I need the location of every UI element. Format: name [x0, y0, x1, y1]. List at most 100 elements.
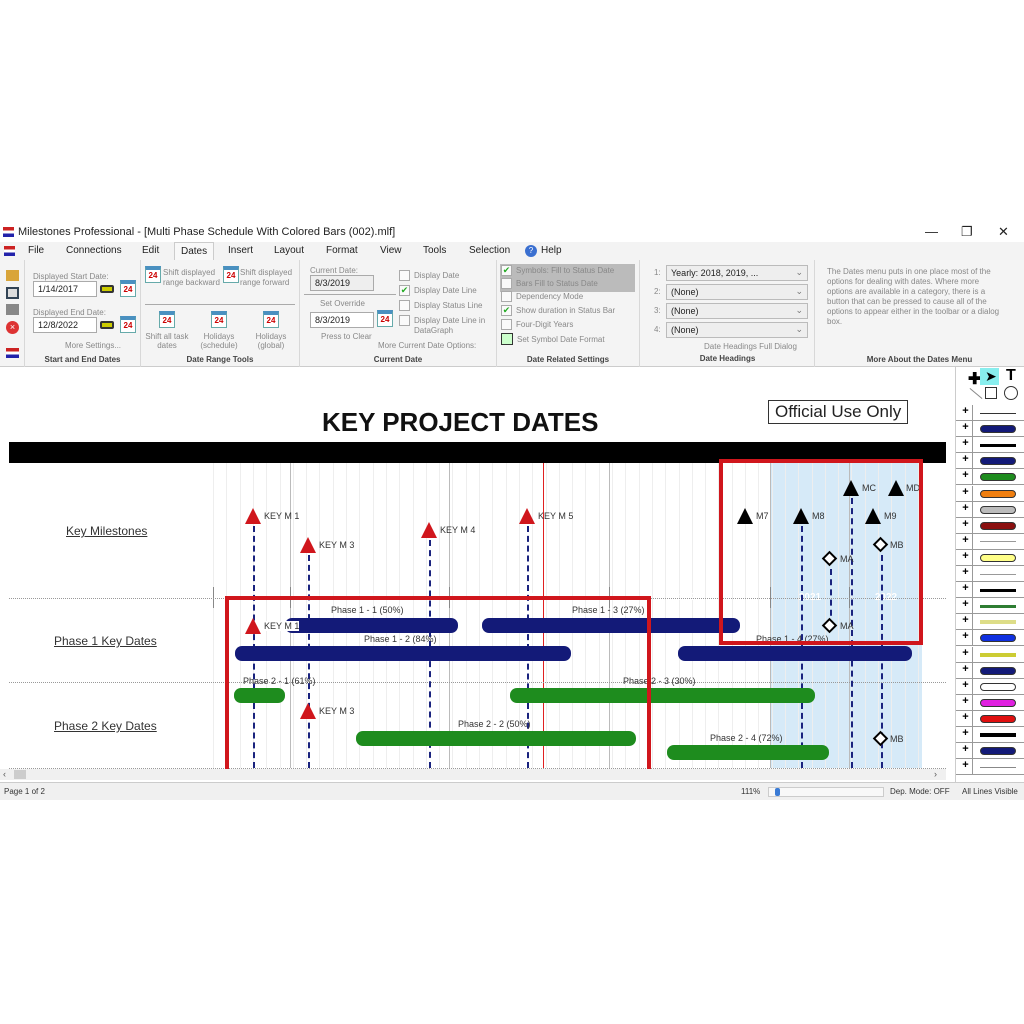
palette-row[interactable]: + — [956, 566, 1024, 582]
palette-row[interactable]: + — [956, 485, 1024, 502]
ellipse-tool-icon[interactable] — [1004, 386, 1018, 400]
menu-connections[interactable]: Connections — [66, 245, 122, 256]
menu-selection[interactable]: Selection — [469, 245, 510, 256]
doc-icon[interactable] — [4, 246, 15, 256]
set-format-icon[interactable] — [501, 333, 513, 345]
add-symbol-icon[interactable]: + — [959, 549, 973, 566]
minimize-button[interactable]: — — [925, 224, 938, 239]
palette-row[interactable]: + — [956, 549, 1024, 566]
holidays-global-icon[interactable]: 24 — [263, 311, 279, 328]
shift-forward-icon[interactable]: 24 — [223, 266, 239, 283]
close-button[interactable]: ✕ — [998, 224, 1009, 240]
scroll-left-icon[interactable]: ‹ — [3, 769, 6, 779]
override-calendar-icon[interactable]: 24 — [377, 310, 393, 327]
zoom-slider-thumb[interactable] — [774, 788, 780, 796]
add-symbol-icon[interactable]: + — [959, 517, 973, 534]
menu-insert[interactable]: Insert — [228, 245, 253, 256]
palette-row[interactable]: + — [956, 582, 1024, 599]
add-symbol-icon[interactable]: + — [959, 405, 973, 421]
heading-4-select[interactable]: (None) ⌄ — [666, 322, 808, 338]
add-symbol-icon[interactable]: + — [959, 566, 973, 582]
palette-row[interactable]: + — [956, 501, 1024, 518]
end-calendar-icon[interactable]: 24 — [120, 316, 136, 333]
dependency-mode-checkbox[interactable] — [501, 291, 512, 302]
text-tool-icon[interactable]: T — [1006, 367, 1016, 385]
heading-3-select[interactable]: (None) ⌄ — [666, 303, 808, 319]
bars-fill-checkbox[interactable] — [501, 278, 512, 289]
add-symbol-icon[interactable]: + — [959, 501, 973, 518]
add-symbol-icon[interactable]: + — [959, 646, 973, 663]
add-symbol-icon[interactable]: + — [959, 759, 973, 776]
palette-row[interactable]: + — [956, 533, 1024, 550]
add-symbol-icon[interactable]: + — [959, 533, 973, 550]
show-duration-checkbox[interactable]: ✔ — [501, 305, 512, 316]
add-symbol-icon[interactable]: + — [959, 727, 973, 743]
holidays-schedule-icon[interactable]: 24 — [211, 311, 227, 328]
add-symbol-icon[interactable]: + — [959, 630, 973, 647]
holidays-schedule-button[interactable]: Holidays (schedule) — [197, 332, 241, 350]
add-symbol-icon[interactable]: + — [959, 662, 973, 679]
start-date-button[interactable] — [100, 285, 114, 293]
menu-view[interactable]: View — [380, 245, 402, 256]
palette-row[interactable]: + — [956, 453, 1024, 470]
palette-row[interactable]: + — [956, 646, 1024, 663]
rectangle-tool-icon[interactable] — [985, 387, 997, 399]
add-symbol-icon[interactable]: + — [959, 694, 973, 711]
end-date-input[interactable]: 12/8/2022 — [33, 317, 97, 333]
add-symbol-icon[interactable]: + — [959, 598, 973, 615]
palette-row[interactable]: + — [956, 710, 1024, 727]
palette-row[interactable]: + — [956, 405, 1024, 421]
milestone-triangle-icon[interactable] — [421, 522, 437, 538]
date-headings-dialog-link[interactable]: Date Headings Full Dialog — [704, 342, 797, 351]
add-symbol-icon[interactable]: + — [959, 710, 973, 727]
menu-tools[interactable]: Tools — [423, 245, 446, 256]
horizontal-scrollbar[interactable]: ‹ › — [0, 769, 946, 780]
palette-row[interactable]: + — [956, 630, 1024, 647]
milestone-triangle-icon[interactable] — [245, 508, 261, 524]
shift-all-button[interactable]: Shift all task dates — [143, 332, 191, 350]
palette-row[interactable]: + — [956, 517, 1024, 534]
print-icon[interactable] — [6, 304, 19, 315]
shift-backward-button[interactable]: Shift displayed range backward — [163, 268, 221, 288]
milestone-triangle-icon[interactable] — [300, 537, 316, 553]
menu-format[interactable]: Format — [326, 245, 358, 256]
palette-row[interactable]: + — [956, 598, 1024, 615]
shift-all-icon[interactable]: 24 — [159, 311, 175, 328]
open-icon[interactable] — [6, 270, 19, 281]
scroll-thumb[interactable] — [14, 770, 26, 779]
four-digit-years-checkbox[interactable] — [501, 319, 512, 330]
palette-row[interactable]: + — [956, 727, 1024, 743]
add-symbol-icon[interactable]: + — [959, 743, 973, 760]
more-settings-link[interactable]: More Settings... — [65, 341, 121, 350]
heading-1-select[interactable]: Yearly: 2018, 2019, ... ⌄ — [666, 265, 808, 281]
end-date-button[interactable] — [100, 321, 114, 329]
add-symbol-icon[interactable]: + — [959, 469, 973, 486]
override-date-input[interactable]: 8/3/2019 — [310, 312, 374, 328]
palette-row[interactable]: + — [956, 743, 1024, 760]
row-label-key-milestones[interactable]: Key Milestones — [66, 524, 147, 538]
palette-row[interactable]: + — [956, 437, 1024, 454]
add-symbol-icon[interactable]: + — [959, 485, 973, 502]
set-symbol-date-format-button[interactable]: Set Symbol Date Format — [517, 335, 605, 344]
bar-phase-1-4[interactable] — [678, 646, 912, 661]
menu-layout[interactable]: Layout — [274, 245, 304, 256]
palette-row[interactable]: + — [956, 662, 1024, 679]
add-symbol-icon[interactable]: + — [959, 437, 973, 454]
line-tool-icon[interactable] — [969, 387, 983, 400]
milestone-triangle-icon[interactable] — [519, 508, 535, 524]
shift-forward-button[interactable]: Shift displayed range forward — [240, 268, 296, 288]
menu-dates[interactable]: Dates — [174, 242, 215, 260]
restore-button[interactable]: ❐ — [961, 224, 973, 240]
palette-row[interactable]: + — [956, 694, 1024, 711]
start-calendar-icon[interactable]: 24 — [120, 280, 136, 297]
palette-row[interactable]: + — [956, 469, 1024, 486]
heading-2-select[interactable]: (None) ⌄ — [666, 284, 808, 300]
palette-row[interactable]: + — [956, 759, 1024, 776]
display-date-line-datagraph-checkbox[interactable] — [399, 315, 410, 326]
close-file-icon[interactable]: × — [6, 321, 19, 334]
display-status-line-checkbox[interactable] — [399, 300, 410, 311]
add-symbol-icon[interactable]: + — [959, 453, 973, 470]
menu-help[interactable]: Help — [541, 245, 562, 256]
save-icon[interactable] — [6, 287, 19, 299]
symbols-fill-checkbox[interactable]: ✔ — [501, 265, 512, 276]
